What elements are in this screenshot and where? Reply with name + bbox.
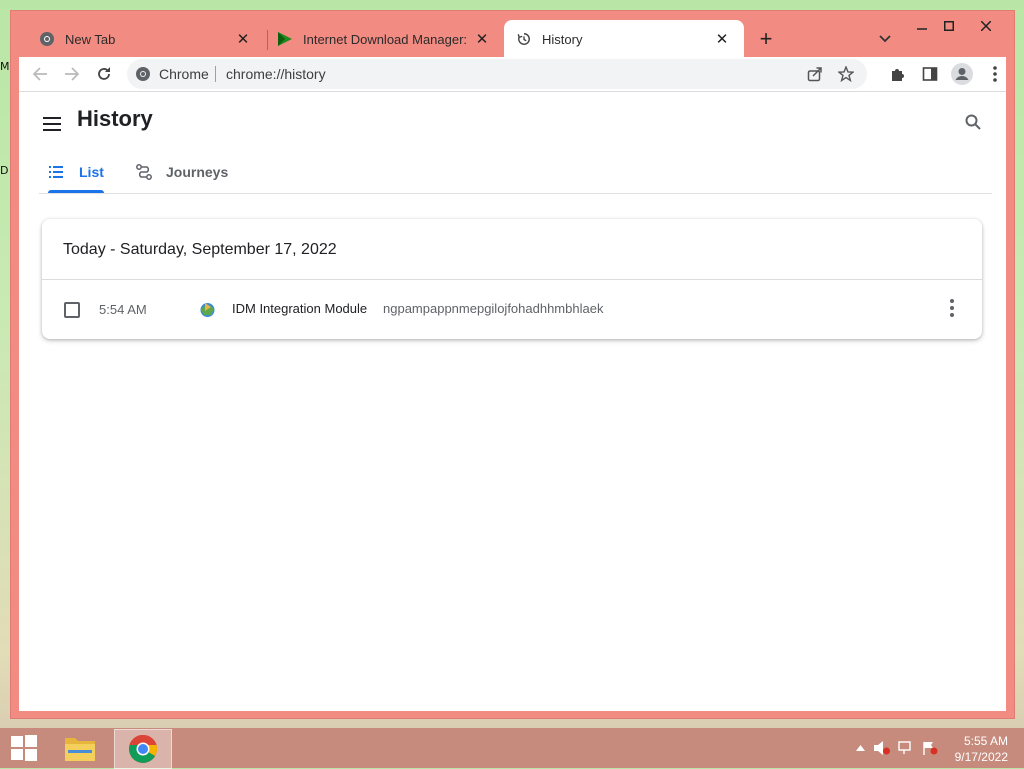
side-panel-icon <box>922 67 938 81</box>
list-icon <box>49 166 63 178</box>
file-explorer-button[interactable] <box>52 729 108 767</box>
close-icon[interactable]: ✕ <box>710 27 734 51</box>
tab-history[interactable]: History ✕ <box>504 20 744 58</box>
arrow-right-icon <box>65 67 80 81</box>
page-content: History List Journeys Today - Saturday, … <box>19 91 1006 711</box>
windows-icon <box>11 735 37 761</box>
chrome-taskbar-button[interactable] <box>114 729 172 769</box>
tab-strip: New Tab ✕ Internet Download Manager: The… <box>11 11 1014 58</box>
more-vert-icon <box>993 66 997 82</box>
tab-idm[interactable]: Internet Download Manager: The ✕ <box>251 20 504 58</box>
close-icon <box>981 21 991 31</box>
history-icon <box>516 31 532 47</box>
tab-new-tab[interactable]: New Tab ✕ <box>13 20 265 58</box>
journeys-icon <box>136 164 152 180</box>
tab-title: New Tab <box>65 31 116 47</box>
maximize-button[interactable] <box>935 15 963 37</box>
tab-title: History <box>542 31 583 47</box>
clock-time: 5:55 AM <box>963 734 1008 748</box>
chrome-icon <box>136 67 150 81</box>
network-icon[interactable] <box>897 740 915 756</box>
back-button[interactable] <box>25 59 55 89</box>
minimize-button[interactable] <box>908 15 936 37</box>
entry-time: 5:54 AM <box>99 302 147 317</box>
extensions-button[interactable] <box>883 59 913 89</box>
tab-label: List <box>79 164 104 180</box>
reload-icon <box>98 67 110 80</box>
omnibox[interactable]: Chrome chrome://history <box>127 59 867 89</box>
action-center-icon[interactable] <box>921 740 939 756</box>
arrow-left-icon <box>32 67 47 81</box>
main-menu-button[interactable] <box>39 112 65 136</box>
history-entry[interactable]: 5:54 AM IDM Integration Module ngpampapp… <box>42 280 982 339</box>
reload-button[interactable] <box>89 59 119 89</box>
browser-window: New Tab ✕ Internet Download Manager: The… <box>11 11 1014 718</box>
omnibox-separator <box>215 66 216 82</box>
chevron-up-icon[interactable] <box>851 740 869 756</box>
idm-icon <box>277 31 293 47</box>
search-history-button[interactable] <box>959 108 987 136</box>
chevron-down-icon <box>879 35 891 43</box>
maximize-icon <box>944 21 954 31</box>
volume-muted-icon[interactable] <box>873 740 891 756</box>
site-chip[interactable]: Chrome <box>135 59 209 89</box>
forward-button[interactable] <box>57 59 87 89</box>
tab-label: Journeys <box>166 164 229 180</box>
history-card: Today - Saturday, September 17, 2022 5:5… <box>42 219 982 339</box>
star-icon <box>838 66 854 82</box>
profile-button[interactable] <box>947 59 977 89</box>
tab-title: Internet Download Manager: The <box>303 31 470 47</box>
system-clock[interactable]: 5:55 AM 9/17/2022 <box>955 733 1008 765</box>
close-window-button[interactable] <box>972 15 1000 37</box>
share-button[interactable] <box>800 59 830 89</box>
minimize-icon <box>917 28 927 30</box>
start-button[interactable] <box>0 729 48 767</box>
browser-toolbar: Chrome chrome://history <box>19 57 1006 91</box>
share-icon <box>807 67 822 82</box>
entry-domain: ngpampappnmepgilojfohadhhmbhlaek <box>383 301 604 316</box>
entry-actions-button[interactable] <box>940 296 964 320</box>
side-panel-button[interactable] <box>915 59 945 89</box>
entry-checkbox[interactable] <box>64 302 80 318</box>
tabs-divider <box>39 193 992 194</box>
hamburger-icon <box>43 117 61 131</box>
bookmark-button[interactable] <box>831 59 861 89</box>
more-vert-icon <box>950 299 954 303</box>
avatar-icon <box>951 63 973 85</box>
puzzle-icon <box>892 69 904 81</box>
page-title: History <box>77 106 153 131</box>
taskbar: 5:55 AM 9/17/2022 <box>0 728 1024 769</box>
chrome-icon <box>39 31 55 47</box>
clock-date: 9/17/2022 <box>954 750 1008 764</box>
idm-icon <box>199 301 216 318</box>
search-icon <box>965 114 981 130</box>
close-icon[interactable]: ✕ <box>470 27 494 51</box>
new-tab-button[interactable]: + <box>752 25 780 53</box>
day-header: Today - Saturday, September 17, 2022 <box>63 241 337 258</box>
menu-button[interactable] <box>980 59 1010 89</box>
folder-icon <box>65 738 95 761</box>
tab-list[interactable]: List <box>49 152 104 192</box>
site-chip-label: Chrome <box>159 66 209 82</box>
url-text[interactable]: chrome://history <box>226 59 326 89</box>
tab-search-button[interactable] <box>871 25 899 53</box>
tab-journeys[interactable]: Journeys <box>135 152 228 192</box>
entry-title-link[interactable]: IDM Integration Module <box>232 301 367 316</box>
chrome-icon <box>129 734 157 763</box>
